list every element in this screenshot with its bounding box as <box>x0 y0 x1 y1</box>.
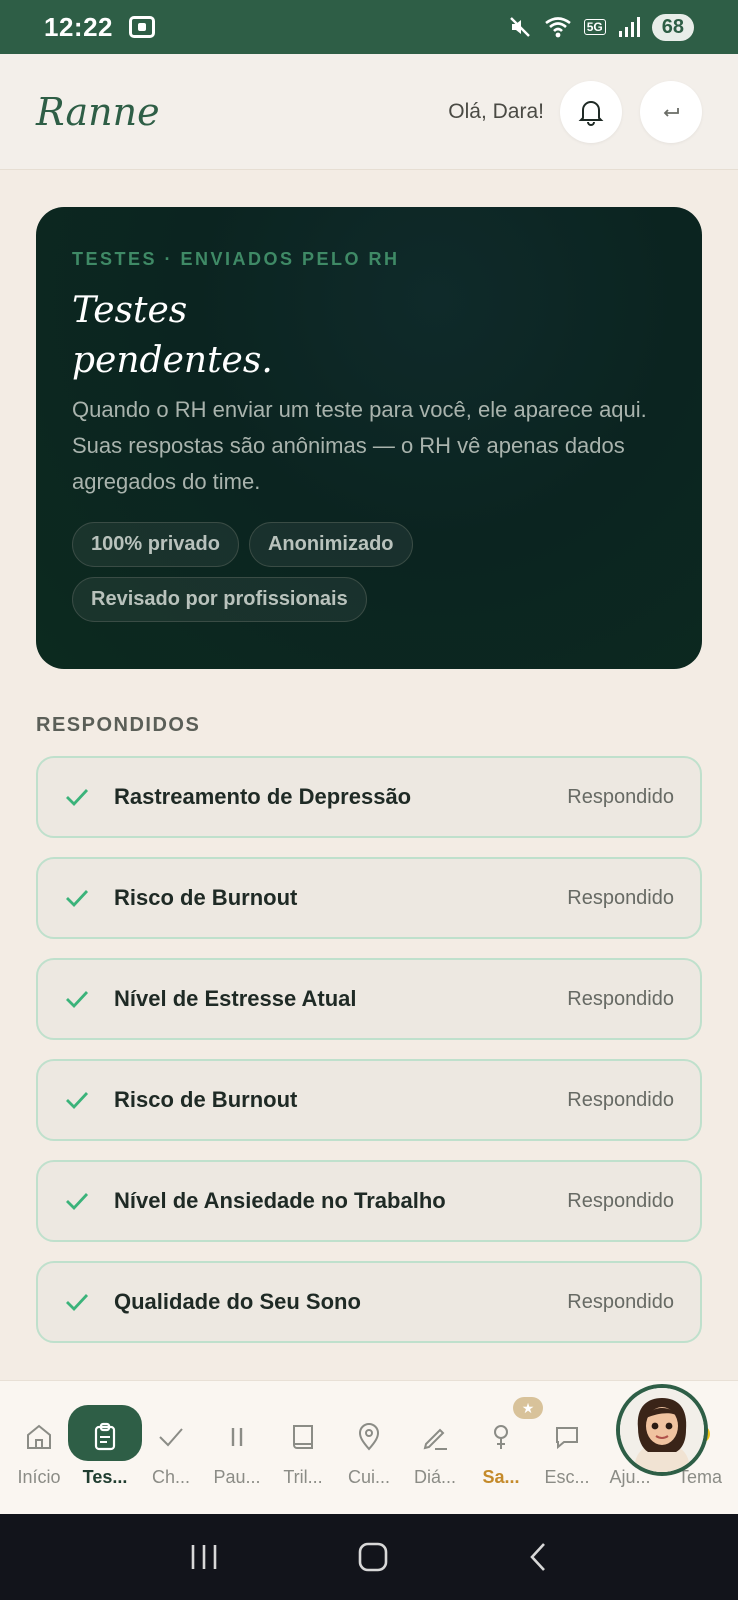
recent-apps-icon[interactable] <box>188 1542 220 1572</box>
chat-icon <box>549 1419 585 1455</box>
nav-label: Início <box>17 1467 61 1487</box>
privacy-chips: 100% privado Anonimizado Revisado por pr… <box>72 522 652 622</box>
return-arrow-icon <box>663 107 679 117</box>
check-icon <box>64 1087 90 1113</box>
answered-test-item[interactable]: Risco de Burnout Respondido <box>36 857 702 939</box>
test-name: Risco de Burnout <box>114 1087 298 1112</box>
check-icon <box>64 784 90 810</box>
pending-tests-card: TESTES · ENVIADOS PELO RH Testes pendent… <box>36 207 702 669</box>
clipboard-icon <box>87 1419 123 1455</box>
test-status: Respondido <box>567 987 674 1010</box>
battery-indicator: 68 <box>651 13 694 41</box>
assistant-avatar-button[interactable] <box>616 1384 708 1476</box>
answered-section-label: RESPONDIDOS <box>36 714 201 736</box>
nav-item-diary[interactable]: Diá... <box>402 1381 468 1515</box>
app-header: Ranne Olá, Dara! <box>0 54 738 170</box>
card-title: Testes pendentes. <box>72 290 273 381</box>
greeting-text: Olá, Dara! <box>448 99 544 123</box>
nav-item-tracks[interactable]: Tril... <box>270 1381 336 1515</box>
back-icon[interactable] <box>526 1541 550 1573</box>
system-navigation-bar <box>0 1514 738 1600</box>
female-symbol-icon <box>483 1419 519 1455</box>
nav-label: Tril... <box>283 1467 323 1487</box>
notifications-button[interactable] <box>560 80 622 143</box>
nav-label: Diá... <box>413 1467 456 1487</box>
chip-private: 100% privado <box>72 522 239 567</box>
status-time: 12:22 <box>44 11 113 42</box>
test-name: Nível de Ansiedade no Trabalho <box>114 1188 446 1213</box>
nav-label: Pau... <box>213 1467 261 1487</box>
book-icon <box>285 1419 321 1455</box>
test-status: Respondido <box>567 1189 674 1212</box>
answered-tests-list: Rastreamento de Depressão Respondido Ris… <box>36 756 702 1362</box>
card-eyebrow: TESTES · ENVIADOS PELO RH <box>72 249 400 269</box>
check-icon <box>64 986 90 1012</box>
mute-icon <box>509 17 530 37</box>
home-button-icon[interactable] <box>357 1541 389 1573</box>
test-name: Risco de Burnout <box>114 885 298 910</box>
card-description: Quando o RH enviar um teste para você, e… <box>72 397 647 494</box>
test-status: Respondido <box>567 886 674 909</box>
brand-logo[interactable]: Ranne <box>36 90 160 134</box>
wifi-icon <box>544 17 571 38</box>
nav-item-pause[interactable]: Pau... <box>204 1381 270 1515</box>
home-icon <box>21 1419 57 1455</box>
signal-icon <box>618 17 640 37</box>
nav-label: Ch... <box>151 1467 190 1487</box>
answered-test-item[interactable]: Nível de Ansiedade no Trabalho Respondid… <box>36 1160 702 1242</box>
answered-test-item[interactable]: Nível de Estresse Atual Respondido <box>36 958 702 1040</box>
nav-label: Esc... <box>544 1467 590 1487</box>
nav-item-home[interactable]: Início <box>6 1381 72 1515</box>
check-icon <box>64 1289 90 1315</box>
nav-item-care[interactable]: Cui... <box>336 1381 402 1515</box>
chip-anonymized: Anonimizado <box>248 522 413 567</box>
test-name: Nível de Estresse Atual <box>114 986 357 1011</box>
assistant-avatar-icon <box>620 1388 704 1472</box>
test-status: Respondido <box>567 1088 674 1111</box>
map-pin-icon <box>351 1419 387 1455</box>
test-status: Respondido <box>567 785 674 808</box>
nav-label: Cui... <box>347 1467 390 1487</box>
nav-item-health[interactable]: ★ Sa... <box>468 1381 543 1515</box>
pause-icon <box>219 1419 255 1455</box>
test-name: Rastreamento de Depressão <box>114 784 412 809</box>
nav-label: Tema <box>677 1467 722 1487</box>
answered-test-item[interactable]: Risco de Burnout Respondido <box>36 1059 702 1141</box>
nav-item-tests[interactable]: Tes... <box>68 1381 142 1515</box>
answered-test-item[interactable]: Qualidade do Seu Sono Respondido <box>36 1261 702 1343</box>
chip-reviewed: Revisado por profissionais <box>72 577 367 622</box>
bell-icon <box>578 100 604 126</box>
nav-item-listen[interactable]: Esc... <box>534 1381 600 1515</box>
pen-icon <box>417 1419 453 1455</box>
test-status: Respondido <box>567 1290 674 1313</box>
test-name: Qualidade do Seu Sono <box>114 1289 361 1314</box>
check-icon <box>153 1419 189 1455</box>
network-type: 5G <box>583 19 606 35</box>
check-icon <box>64 1188 90 1214</box>
status-bar: 12:22 5G 68 <box>0 0 738 54</box>
check-icon <box>64 885 90 911</box>
nav-item-checkin[interactable]: Ch... <box>138 1381 204 1515</box>
logout-button[interactable] <box>640 80 702 143</box>
nav-label: Sa... <box>482 1467 520 1487</box>
nav-label: Tes... <box>82 1467 128 1487</box>
answered-test-item[interactable]: Rastreamento de Depressão Respondido <box>36 756 702 838</box>
screenshot-icon <box>129 16 155 38</box>
